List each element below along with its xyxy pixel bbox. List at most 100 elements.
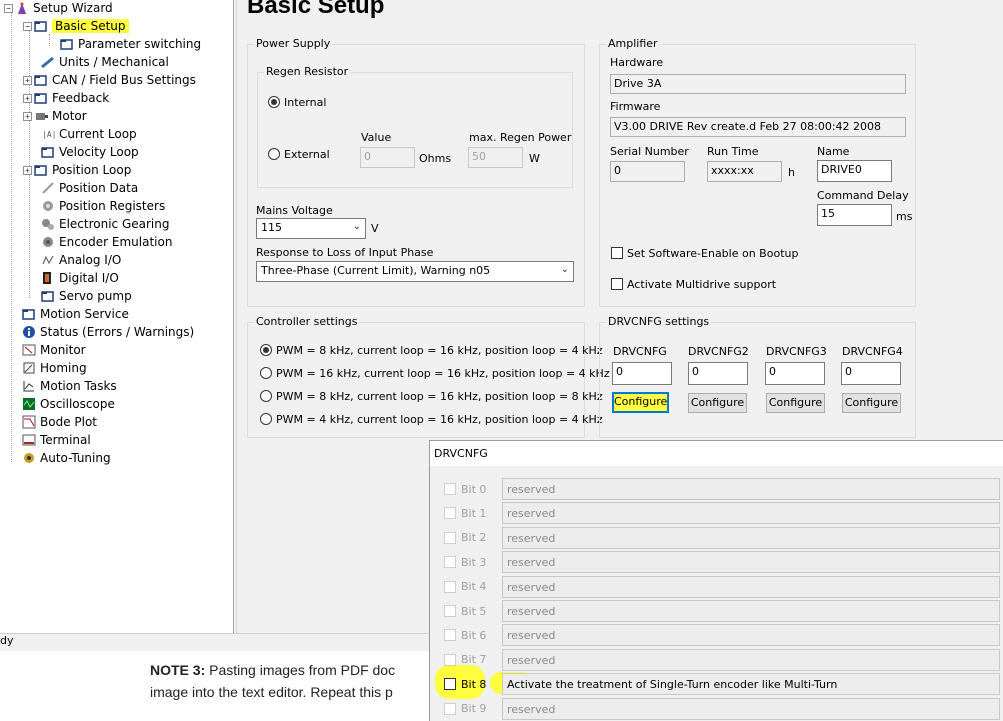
folder-icon [34, 73, 48, 87]
tree-item-position-data[interactable]: Position Data [41, 179, 138, 197]
bit-checkbox[interactable] [444, 702, 456, 715]
tree-item-setup-wizard[interactable]: − Setup Wizard [4, 0, 113, 17]
software-enable-checkbox[interactable] [611, 247, 623, 259]
bit-checkbox[interactable] [444, 507, 456, 520]
tree-item-oscilloscope[interactable]: Oscilloscope [22, 395, 115, 413]
tree-item-position-loop[interactable]: + Position Loop [23, 161, 131, 179]
drvcnfg4-field[interactable]: 0 [841, 362, 901, 385]
bode-icon [22, 415, 36, 429]
group-label: Power Supply [254, 37, 333, 50]
bit-checkbox[interactable] [444, 556, 456, 569]
monitor-icon [22, 343, 36, 357]
bit-checkbox[interactable] [444, 483, 456, 495]
collapse-icon[interactable]: − [4, 3, 13, 13]
digital-io-icon [41, 271, 55, 285]
name-field[interactable]: DRIVE0 [817, 160, 892, 182]
mains-voltage-value: 115 [261, 221, 282, 234]
bit-label: Bit 1 [461, 506, 487, 520]
motion-tasks-icon [22, 379, 36, 393]
tree-item-velocity-loop[interactable]: Velocity Loop [41, 143, 139, 161]
multidrive-checkbox[interactable] [611, 278, 623, 290]
tree-item-encoder-emulation[interactable]: Encoder Emulation [41, 233, 172, 251]
drvcnfg-field[interactable]: 0 [612, 362, 672, 385]
tree-item-motion-service[interactable]: Motion Service [22, 305, 129, 323]
gears-icon [41, 217, 55, 231]
tree-item-label: Units / Mechanical [59, 55, 169, 69]
bit-checkbox[interactable] [444, 580, 456, 593]
expand-icon[interactable]: + [23, 75, 32, 85]
controller-option-radio-3[interactable] [260, 413, 272, 425]
regen-internal-label: Internal [284, 96, 327, 109]
tree-item-bode-plot[interactable]: Bode Plot [22, 413, 97, 431]
regen-external-radio[interactable] [268, 148, 280, 160]
tree-item-terminal[interactable]: Terminal [22, 431, 91, 449]
tree-item-homing[interactable]: Homing [22, 359, 87, 377]
phase-loss-select[interactable]: Three-Phase (Current Limit), Warning n05… [256, 261, 574, 282]
tree-item-analog-io[interactable]: Analog I/O [41, 251, 121, 269]
bit-checkbox[interactable] [444, 653, 456, 666]
bit-checkbox[interactable] [444, 629, 456, 642]
collapse-icon[interactable]: − [23, 21, 32, 31]
drvcnfg3-field[interactable]: 0 [765, 362, 825, 385]
tree-item-feedback[interactable]: + Feedback [23, 89, 109, 107]
tree-item-label: Setup Wizard [33, 1, 113, 15]
regen-max-field[interactable]: 50 [468, 147, 523, 168]
oscilloscope-icon [22, 397, 36, 411]
tree-item-current-loop[interactable]: |A| Current Loop [41, 125, 137, 143]
tree-item-basic-setup[interactable]: − Basic Setup [23, 17, 129, 35]
tree-item-monitor[interactable]: Monitor [22, 341, 86, 359]
controller-option-radio-1[interactable] [260, 367, 272, 379]
controller-option-radio-2[interactable] [260, 390, 272, 402]
tree-item-label: Motion Tasks [40, 379, 117, 393]
regen-value-label: Value [361, 131, 392, 144]
bit-label: Bit 6 [461, 628, 487, 642]
hardware-field[interactable]: Drive 3A [610, 74, 906, 94]
drvcnfg2-configure-button[interactable]: Configure [688, 393, 747, 413]
note-line-1: NOTE 3: Pasting images from PDF doc [150, 659, 430, 681]
tree-item-motor[interactable]: + Motor [23, 107, 87, 125]
command-delay-field[interactable]: 15 [817, 204, 892, 226]
regen-value-field[interactable]: 0 [360, 147, 415, 168]
drvcnfg-label: DRVCNFG [613, 345, 667, 358]
run-time-field[interactable]: xxxx:xx [707, 161, 782, 182]
expand-icon[interactable]: + [23, 93, 32, 103]
tree-item-position-registers[interactable]: Position Registers [41, 197, 165, 215]
regen-external-label: External [284, 148, 330, 161]
tree-item-servo-pump[interactable]: Servo pump [41, 287, 132, 305]
expand-icon[interactable]: + [23, 165, 32, 175]
bit-checkbox[interactable] [444, 678, 456, 691]
tree-item-motion-tasks[interactable]: Motion Tasks [22, 377, 117, 395]
note-bold: NOTE 3: [150, 662, 206, 678]
mains-voltage-select[interactable]: 115 ⌄ [256, 218, 366, 239]
tree-item-units[interactable]: Units / Mechanical [41, 53, 169, 71]
firmware-field[interactable]: V3.00 DRIVE Rev create.d Feb 27 08:00:42… [610, 117, 906, 137]
tree-item-status[interactable]: Status (Errors / Warnings) [22, 323, 194, 341]
tuning-icon [22, 451, 36, 465]
group-label: Amplifier [606, 37, 660, 50]
controller-option-radio-0[interactable] [260, 344, 272, 356]
tree-item-parameter-switching[interactable]: Parameter switching [60, 35, 201, 53]
drvcnfg-configure-button[interactable]: Configure [612, 392, 669, 413]
bit-label: Bit 2 [461, 531, 487, 545]
tree-item-can-fieldbus[interactable]: + CAN / Field Bus Settings [23, 71, 196, 89]
bit-row: Bit 7 reserved [444, 648, 1000, 671]
bit-checkbox[interactable] [444, 531, 456, 544]
regen-internal-radio[interactable] [268, 96, 280, 108]
bit-description: reserved [502, 600, 1000, 622]
tree-item-auto-tuning[interactable]: Auto-Tuning [22, 449, 111, 467]
bit-description: reserved [502, 526, 1000, 549]
group-label: DRVCNFG settings [606, 315, 712, 328]
multidrive-label: Activate Multidrive support [627, 278, 777, 291]
tree-item-digital-io[interactable]: Digital I/O [41, 269, 119, 287]
tree-item-electronic-gearing[interactable]: Electronic Gearing [41, 215, 170, 233]
expand-icon[interactable]: + [23, 111, 32, 121]
serial-number-field[interactable]: 0 [610, 161, 685, 182]
bit-checkbox[interactable] [444, 605, 456, 617]
homing-icon [22, 361, 36, 375]
drvcnfg3-configure-button[interactable]: Configure [766, 393, 825, 413]
bit-label: Bit 8 [461, 677, 487, 691]
drvcnfg2-field[interactable]: 0 [688, 362, 748, 385]
drvcnfg4-configure-button[interactable]: Configure [842, 393, 901, 413]
tree-item-label: Feedback [52, 91, 110, 105]
drvcnfg4-label: DRVCNFG4 [842, 345, 903, 358]
